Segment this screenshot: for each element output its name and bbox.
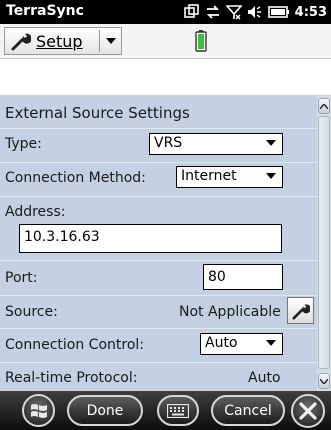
address-label: Address: bbox=[5, 204, 66, 220]
status-icons: 4:53 bbox=[183, 2, 327, 22]
chevron-down-icon bbox=[266, 173, 276, 179]
close-icon bbox=[299, 402, 317, 420]
done-label: Done bbox=[86, 402, 124, 419]
data-sync-icon[interactable] bbox=[205, 4, 221, 20]
start-button[interactable] bbox=[22, 394, 55, 427]
connection-method-select[interactable]: Internet bbox=[176, 166, 283, 188]
scroll-thumb[interactable] bbox=[318, 116, 330, 369]
setup-button[interactable]: Setup bbox=[5, 28, 99, 54]
connection-control-label: Connection Control: bbox=[5, 337, 144, 353]
divider bbox=[0, 295, 317, 296]
clock-time[interactable]: 4:53 bbox=[295, 5, 327, 20]
divider bbox=[0, 162, 317, 163]
source-label: Source: bbox=[5, 304, 58, 320]
battery-icon[interactable] bbox=[267, 5, 290, 19]
chevron-down-icon bbox=[266, 140, 276, 146]
port-label: Port: bbox=[5, 270, 38, 286]
status-bar: TerraSync 4:53 bbox=[0, 0, 331, 24]
connection-control-value: Auto bbox=[205, 335, 238, 351]
keyboard-icon bbox=[167, 403, 189, 418]
windows-logo-icon bbox=[30, 403, 47, 418]
toolbar: Setup bbox=[0, 24, 331, 59]
divider bbox=[0, 260, 317, 261]
port-value: 80 bbox=[208, 269, 226, 285]
chevron-down-icon bbox=[266, 340, 276, 346]
source-settings-button[interactable] bbox=[287, 297, 314, 324]
gps-battery-icon bbox=[195, 30, 207, 52]
blank-area bbox=[0, 59, 331, 96]
type-label: Type: bbox=[5, 136, 42, 152]
volume-icon[interactable] bbox=[247, 4, 263, 20]
connection-method-label: Connection Method: bbox=[5, 170, 146, 186]
signal-off-icon[interactable] bbox=[225, 4, 242, 20]
divider bbox=[0, 362, 317, 363]
port-input[interactable]: 80 bbox=[203, 264, 283, 290]
cancel-label: Cancel bbox=[224, 402, 272, 419]
keyboard-button[interactable] bbox=[157, 395, 199, 426]
divider bbox=[0, 328, 317, 329]
realtime-protocol-value: Auto bbox=[248, 370, 281, 386]
setup-label: Setup bbox=[36, 31, 83, 51]
address-input[interactable]: 10.3.16.63 bbox=[19, 224, 282, 253]
divider bbox=[0, 196, 317, 197]
settings-panel: External Source Settings Type: VRS Conne… bbox=[0, 96, 317, 391]
type-select[interactable]: VRS bbox=[149, 133, 283, 155]
done-button[interactable]: Done bbox=[67, 395, 143, 426]
chevron-up-icon bbox=[320, 103, 328, 109]
section-title: External Source Settings bbox=[5, 104, 190, 122]
app-title: TerraSync bbox=[6, 3, 84, 19]
connection-control-select[interactable]: Auto bbox=[200, 333, 283, 355]
close-button[interactable] bbox=[291, 394, 325, 428]
divider bbox=[0, 128, 317, 129]
chevron-down-icon bbox=[320, 378, 328, 384]
cancel-button[interactable]: Cancel bbox=[211, 395, 285, 426]
chevron-down-icon bbox=[106, 38, 116, 44]
setup-dropdown[interactable]: Setup bbox=[4, 27, 122, 55]
source-value: Not Applicable bbox=[179, 304, 281, 320]
scroll-up-button[interactable] bbox=[318, 98, 330, 114]
wrench-icon bbox=[11, 33, 31, 51]
softkey-bar: Done Cancel bbox=[0, 391, 331, 430]
connection-method-value: Internet bbox=[181, 168, 237, 184]
address-value: 10.3.16.63 bbox=[24, 229, 100, 245]
vertical-scrollbar[interactable] bbox=[317, 96, 331, 391]
scroll-down-button[interactable] bbox=[318, 373, 330, 389]
wrench-icon bbox=[291, 303, 310, 320]
realtime-protocol-label: Real-time Protocol: bbox=[5, 370, 138, 386]
type-value: VRS bbox=[154, 135, 183, 151]
window-switch-icon[interactable] bbox=[183, 4, 200, 20]
setup-dropdown-arrow[interactable] bbox=[100, 28, 122, 54]
